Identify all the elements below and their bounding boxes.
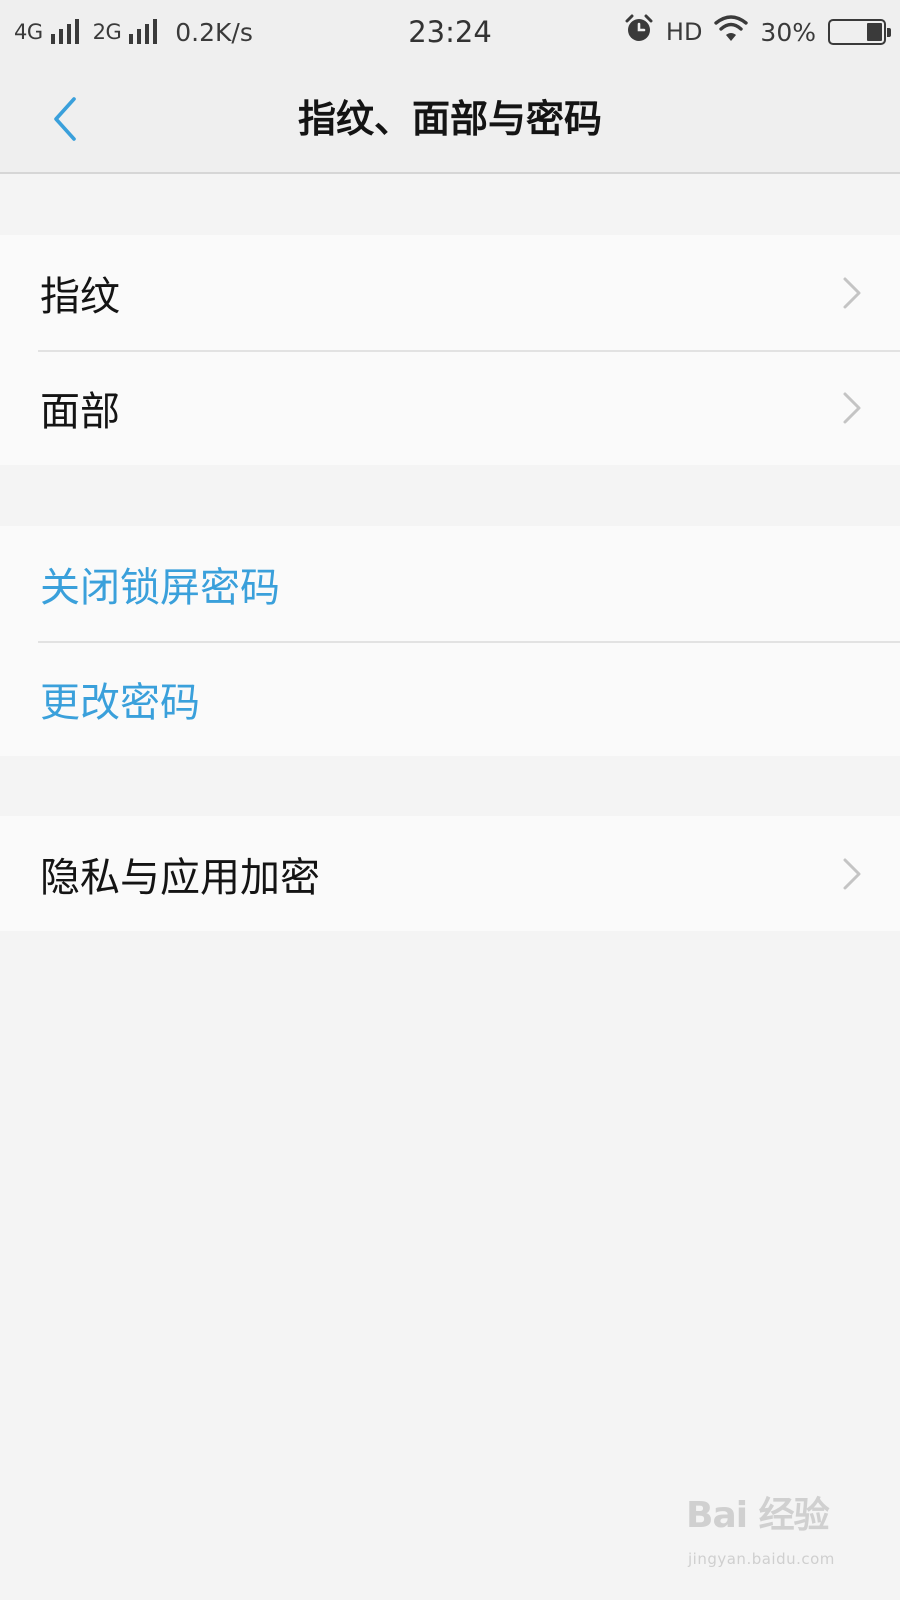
baidu-jingyan-watermark: Bai 经验 jingyan.baidu.com: [686, 1494, 856, 1584]
watermark-url: jingyan.baidu.com: [688, 1550, 835, 1568]
page-title: 指纹、面部与密码: [297, 97, 602, 141]
wifi-icon: [714, 15, 749, 49]
status-right: HD 30%: [624, 0, 891, 64]
battery-percent: 30%: [760, 17, 816, 47]
watermark-logo: Bai 经验: [686, 1495, 830, 1536]
row-label: 更改密码: [40, 679, 200, 726]
row-label: 面部: [40, 388, 120, 435]
row-label: 关闭锁屏密码: [40, 564, 280, 611]
battery-icon: [828, 19, 891, 45]
alarm-icon: [624, 14, 654, 50]
settings-row-privacy-app-encryption[interactable]: 隐私与应用加密: [0, 816, 900, 931]
biometrics-group: 指纹 面部: [0, 235, 900, 465]
hd-indicator: HD: [665, 18, 703, 46]
nav-bar: 指纹、面部与密码: [0, 64, 900, 174]
row-label: 隐私与应用加密: [40, 854, 320, 901]
back-button[interactable]: [34, 84, 94, 154]
settings-row-face[interactable]: 面部: [0, 350, 900, 465]
row-label: 指纹: [40, 273, 120, 320]
settings-row-fingerprint[interactable]: 指纹: [0, 235, 900, 350]
battery-fill: [867, 23, 882, 41]
privacy-group: 隐私与应用加密: [0, 816, 900, 931]
change-password-button[interactable]: 更改密码: [0, 641, 900, 756]
chevron-right-icon: [843, 392, 861, 423]
password-group: 关闭锁屏密码 更改密码: [0, 526, 900, 756]
chevron-right-icon: [843, 858, 861, 889]
chevron-right-icon: [843, 277, 861, 308]
status-bar: 4G 2G 0.2K/s 23:24 HD 30%: [0, 0, 900, 64]
chevron-left-icon: [54, 97, 76, 141]
disable-lock-password-button[interactable]: 关闭锁屏密码: [0, 526, 900, 641]
